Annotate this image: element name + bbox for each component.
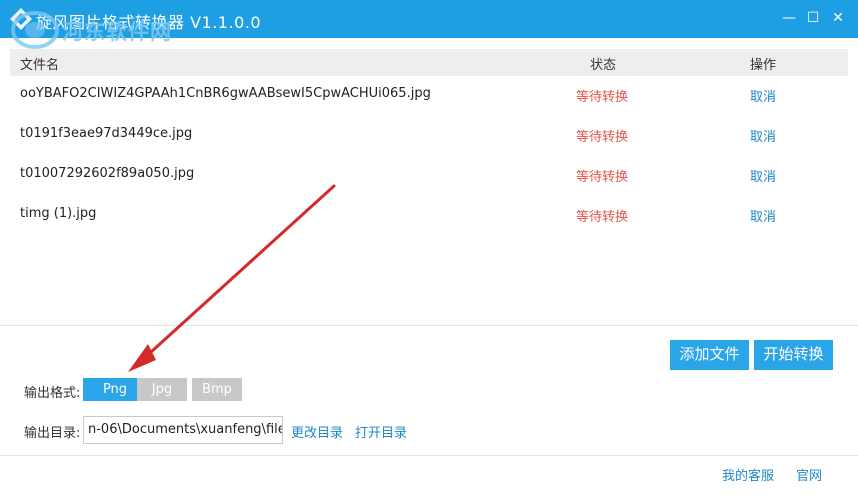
add-file-button[interactable]: 添加文件 (670, 340, 749, 370)
footer-divider (0, 455, 858, 456)
cancel-link[interactable]: 取消 (750, 86, 776, 105)
file-status: 等待转换 (576, 170, 629, 185)
customer-service-link[interactable]: 我的客服 (722, 465, 774, 484)
close-button[interactable]: ✕ (826, 7, 850, 29)
header-filename: 文件名 (20, 58, 60, 73)
title-bar: 旋风图片格式转换器 V1.1.0.0 — ☐ ✕ (0, 0, 858, 38)
table-row: t01007292602f89a050.jpg 等待转换 取消 (10, 156, 848, 196)
output-dir-label: 输出目录: (24, 426, 81, 441)
file-name: timg (1).jpg (20, 206, 97, 221)
cancel-link[interactable]: 取消 (750, 126, 776, 145)
file-list-header: 文件名 状态 操作 (10, 49, 848, 76)
app-logo-icon (10, 8, 32, 30)
output-format-label: 输出格式: (24, 386, 81, 401)
file-status: 等待转换 (576, 130, 629, 145)
cancel-link[interactable]: 取消 (750, 206, 776, 225)
website-link[interactable]: 官网 (796, 465, 822, 484)
start-convert-button[interactable]: 开始转换 (754, 340, 833, 370)
file-status: 等待转换 (576, 210, 629, 225)
header-status: 状态 (590, 58, 617, 73)
table-row: ooYBAFO2CIWIZ4GPAAh1CnBR6gwAABsewI5CpwAC… (10, 76, 848, 116)
cancel-link[interactable]: 取消 (750, 166, 776, 185)
output-dir-input[interactable]: n-06\Documents\xuanfeng\file (83, 416, 283, 444)
header-action: 操作 (750, 58, 777, 73)
list-divider (0, 325, 858, 326)
format-jpg-button[interactable]: Jpg (137, 378, 187, 401)
table-row: t0191f3eae97d3449ce.jpg 等待转换 取消 (10, 116, 848, 156)
window-title: 旋风图片格式转换器 V1.1.0.0 (36, 13, 262, 32)
minimize-button[interactable]: — (777, 7, 801, 29)
format-bmp-button[interactable]: Bmp (192, 378, 242, 401)
file-name: t0191f3eae97d3449ce.jpg (20, 126, 193, 141)
file-name: ooYBAFO2CIWIZ4GPAAh1CnBR6gwAABsewI5CpwAC… (20, 86, 431, 101)
file-status: 等待转换 (576, 90, 629, 105)
change-dir-link[interactable]: 更改目录 (291, 422, 343, 441)
open-dir-link[interactable]: 打开目录 (355, 422, 407, 441)
file-name: t01007292602f89a050.jpg (20, 166, 195, 181)
maximize-button[interactable]: ☐ (801, 7, 825, 29)
table-row: timg (1).jpg 等待转换 取消 (10, 196, 848, 236)
